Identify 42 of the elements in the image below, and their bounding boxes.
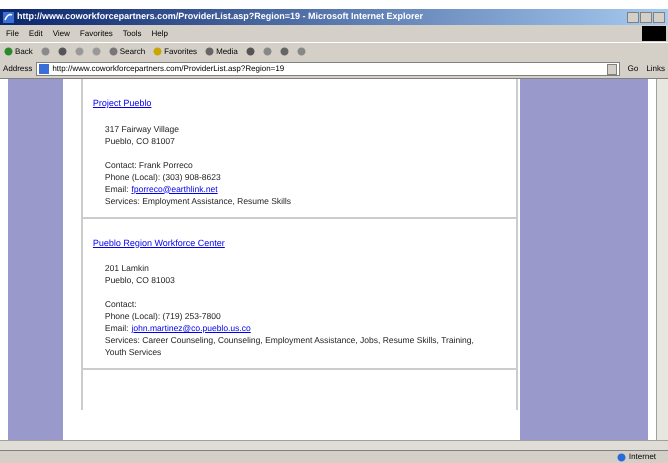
circle-icon [153, 47, 162, 56]
circle-icon [4, 47, 13, 56]
services-text: Services: Career Counseling, Counseling, Employment Assistance, Jobs, Resume Skills, Training, Youth Services [104, 334, 475, 358]
provider-link[interactable]: Project Pueblo [92, 97, 512, 110]
menu-item[interactable]: Help [151, 28, 168, 40]
email-link[interactable]: fporreco@earthlink.net [132, 182, 218, 194]
menu-item[interactable]: Favorites [80, 28, 113, 40]
address-line: Pueblo, CO 81003 [104, 274, 176, 286]
email-label: Email: [104, 182, 129, 194]
globe-icon [616, 452, 626, 462]
menu-item[interactable]: File [6, 28, 19, 40]
circle-icon [108, 47, 118, 56]
provider-link[interactable]: Pueblo Region Workforce Center [92, 236, 512, 250]
menu-item[interactable]: View [52, 28, 70, 40]
menu-item[interactable]: Tools [122, 28, 142, 40]
address-line: Pueblo, CO 81007 [104, 134, 176, 146]
minimize-button[interactable] [627, 12, 639, 22]
window-title: http://www.coworkforcepartners.com/ProviderList.asp?Region=19 - Microsoft Internet Explorer [17, 10, 424, 24]
search-button[interactable]: Search [108, 46, 146, 58]
contact-text: Contact: [104, 298, 138, 310]
phone-text: Phone (Local): (303) 908-8623 [104, 170, 222, 182]
phone-text: Phone (Local): (719) 253-7800 [104, 310, 222, 322]
address-field[interactable]: http://www.coworkforcepartners.com/ProviderList.asp?Region=19 [36, 62, 620, 76]
address-label: Address [3, 63, 32, 75]
email-label: Email: [104, 322, 129, 334]
address-line: 201 Lamkin [104, 262, 150, 274]
address-line: 317 Fairway Village [104, 122, 180, 134]
links-button[interactable]: Links [646, 63, 665, 75]
services-text: Services: Employment Assistance, Resume Skills [104, 194, 292, 206]
go-button[interactable]: Go [624, 63, 642, 75]
browser-icon [3, 12, 14, 22]
close-button[interactable] [653, 12, 665, 22]
email-link[interactable]: john.martinez@co.pueblo.us.co [132, 322, 251, 334]
contact-text: Contact: Frank Porreco [104, 158, 194, 170]
favorites-button[interactable]: Favorites [153, 46, 198, 58]
page-icon [39, 64, 50, 74]
zone-text: Internet [628, 451, 656, 463]
circle-icon [205, 47, 214, 56]
maximize-button[interactable] [640, 12, 652, 22]
media-button[interactable]: Media [205, 46, 238, 58]
menu-item[interactable]: Edit [28, 28, 43, 40]
back-button[interactable]: Back [4, 46, 33, 58]
